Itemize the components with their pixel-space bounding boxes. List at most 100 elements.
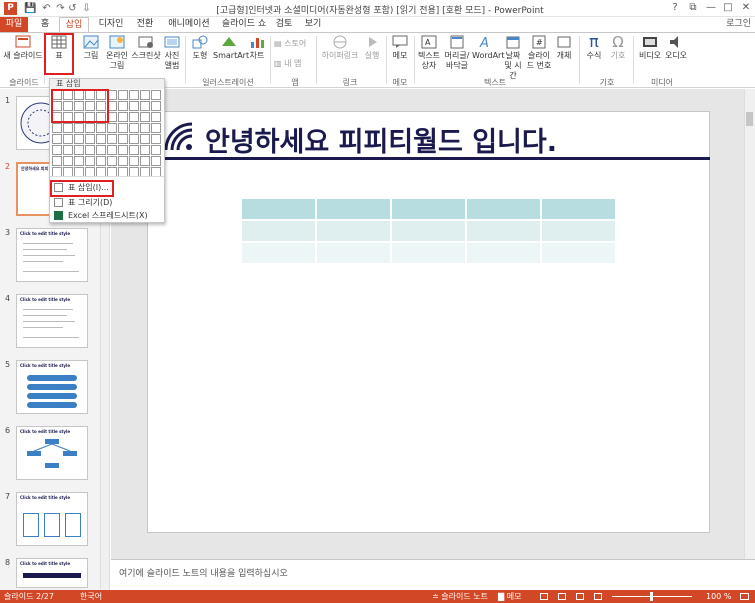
photo-album-button[interactable]: 사진 앨범: [161, 34, 183, 71]
zoom-level[interactable]: 100 %: [706, 590, 731, 603]
grid-cell[interactable]: [140, 123, 150, 133]
grid-cell[interactable]: [52, 123, 62, 133]
grid-cell[interactable]: [118, 123, 128, 133]
grid-cell[interactable]: [140, 90, 150, 100]
slide-thumbnail-7[interactable]: Click to edit title style: [16, 492, 88, 546]
grid-cell[interactable]: [129, 123, 139, 133]
grid-cell[interactable]: [118, 145, 128, 155]
editor-scrollbar[interactable]: [744, 89, 755, 559]
grid-cell[interactable]: [129, 112, 139, 122]
grid-cell[interactable]: [63, 123, 73, 133]
grid-cell[interactable]: [129, 90, 139, 100]
grid-cell[interactable]: [52, 134, 62, 144]
draw-table-menu-item[interactable]: 표 그리기(D): [52, 197, 162, 208]
audio-button[interactable]: 오디오: [663, 34, 689, 61]
grid-cell[interactable]: [52, 145, 62, 155]
scrollbar-thumb[interactable]: [746, 112, 753, 126]
slide-thumbnail-4[interactable]: Click to edit title style: [16, 294, 88, 348]
grid-cell[interactable]: [151, 156, 161, 166]
grid-cell[interactable]: [151, 134, 161, 144]
save-icon[interactable]: 💾: [24, 2, 37, 15]
grid-cell[interactable]: [96, 156, 106, 166]
slide-thumbnail-3[interactable]: Click to edit title style: [16, 228, 88, 282]
grid-cell[interactable]: [129, 156, 139, 166]
textbox-button[interactable]: A 텍스트 상자: [416, 34, 442, 71]
grid-cell[interactable]: [118, 112, 128, 122]
grid-cell[interactable]: [63, 145, 73, 155]
grid-cell[interactable]: [129, 145, 139, 155]
grid-cell[interactable]: [52, 156, 62, 166]
grid-cell[interactable]: [85, 123, 95, 133]
grid-cell[interactable]: [74, 134, 84, 144]
hyperlink-button[interactable]: 하이퍼링크: [320, 34, 360, 61]
slide-thumbnail-8[interactable]: Click to edit title style: [16, 558, 88, 588]
tab-insert[interactable]: 삽입: [59, 17, 89, 32]
notes-placeholder[interactable]: 여기에 슬라이드 노트의 내용을 입력하십시오: [119, 566, 288, 579]
grid-cell[interactable]: [96, 145, 106, 155]
normal-view-icon[interactable]: [540, 593, 548, 600]
slideshow-view-icon[interactable]: [594, 593, 602, 600]
powerpoint-icon[interactable]: P: [4, 2, 17, 15]
grid-cell[interactable]: [107, 123, 117, 133]
slide-thumbnail-6[interactable]: Click to edit title style: [16, 426, 88, 480]
maximize-button[interactable]: □: [719, 1, 737, 15]
tab-view[interactable]: 보기: [300, 17, 326, 32]
new-slide-button[interactable]: 새 슬라이드: [3, 34, 43, 61]
slide-number-button[interactable]: # 슬라이 드 번호: [526, 34, 552, 71]
notes-toggle[interactable]: ≐ 슬라이드 노트: [432, 590, 488, 603]
header-footer-button[interactable]: 머리글/ 바닥글: [443, 34, 471, 71]
grid-cell[interactable]: [151, 101, 161, 111]
wordart-button[interactable]: A WordArt: [472, 34, 504, 61]
tab-transitions[interactable]: 전환: [132, 17, 158, 32]
grid-cell[interactable]: [118, 134, 128, 144]
chart-button[interactable]: 차트: [246, 34, 268, 61]
minimize-button[interactable]: —: [702, 1, 720, 15]
reading-view-icon[interactable]: [576, 593, 584, 600]
object-button[interactable]: 개체: [553, 34, 575, 61]
grid-cell[interactable]: [140, 112, 150, 122]
my-apps-button[interactable]: ▥ 내 앱: [274, 58, 301, 69]
grid-cell[interactable]: [85, 156, 95, 166]
close-button[interactable]: ✕: [737, 1, 755, 15]
comment-button[interactable]: 메모: [389, 34, 411, 61]
slide-title[interactable]: 안녕하세요 피피티월드 입니다.: [205, 120, 557, 159]
slide-thumbnail-5[interactable]: Click to edit title style: [16, 360, 88, 414]
grid-cell[interactable]: [151, 112, 161, 122]
slide-canvas[interactable]: [147, 111, 710, 533]
slide-sorter-icon[interactable]: [558, 593, 566, 600]
online-picture-button[interactable]: 온라인 그림: [104, 34, 130, 71]
fit-slide-icon[interactable]: [740, 593, 749, 600]
signin-link[interactable]: 로그인: [726, 17, 751, 32]
customize-qat-icon[interactable]: ⇩: [80, 2, 93, 15]
slide-table[interactable]: [241, 198, 616, 264]
grid-cell[interactable]: [118, 90, 128, 100]
grid-cell[interactable]: [151, 145, 161, 155]
grid-cell[interactable]: [85, 145, 95, 155]
grid-cell[interactable]: [118, 101, 128, 111]
store-button[interactable]: ▤ 스토어: [274, 38, 306, 49]
grid-cell[interactable]: [85, 134, 95, 144]
grid-cell[interactable]: [129, 134, 139, 144]
symbol-button[interactable]: Ω 기호: [607, 34, 629, 61]
grid-cell[interactable]: [96, 134, 106, 144]
grid-cell[interactable]: [107, 145, 117, 155]
tab-design[interactable]: 디자인: [94, 17, 128, 32]
picture-button[interactable]: 그림: [80, 34, 102, 61]
excel-sheet-menu-item[interactable]: Excel 스프레드시트(X): [52, 210, 162, 221]
grid-cell[interactable]: [129, 101, 139, 111]
grid-cell[interactable]: [140, 101, 150, 111]
tab-home[interactable]: 홈: [34, 17, 56, 32]
zoom-slider-thumb[interactable]: [650, 592, 653, 601]
grid-cell[interactable]: [74, 145, 84, 155]
smartart-button[interactable]: SmartArt: [213, 34, 249, 61]
language-indicator[interactable]: 한국어: [80, 590, 102, 603]
grid-cell[interactable]: [118, 156, 128, 166]
action-button[interactable]: 실행: [361, 34, 383, 61]
grid-cell[interactable]: [151, 90, 161, 100]
grid-cell[interactable]: [74, 156, 84, 166]
comments-toggle[interactable]: ▇ 메모: [498, 590, 521, 603]
grid-cell[interactable]: [63, 134, 73, 144]
grid-cell[interactable]: [140, 145, 150, 155]
repeat-icon[interactable]: ↺: [66, 2, 79, 15]
undo-icon[interactable]: ↶: [40, 2, 53, 15]
